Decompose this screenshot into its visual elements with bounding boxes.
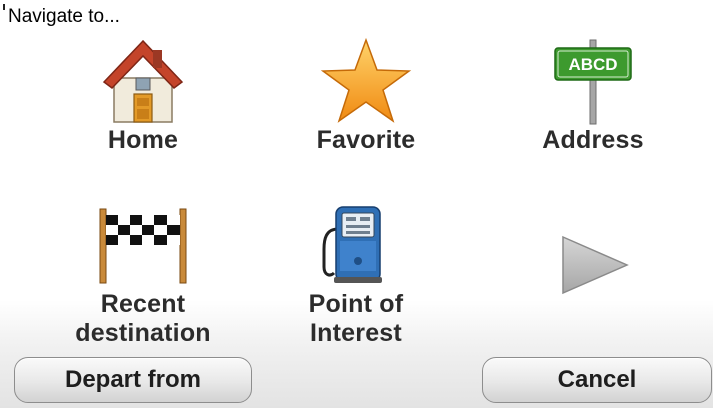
fuel-pump-icon (306, 200, 406, 290)
house-icon (93, 36, 193, 126)
next-page-button[interactable] (555, 232, 635, 302)
menu-item-address-label: Address (542, 126, 644, 154)
street-sign-icon: ABCD (543, 36, 643, 126)
menu-item-home-label: Home (107, 126, 179, 154)
menu-item-recent-destination[interactable]: Recent destination (43, 200, 243, 348)
navigate-to-screen: Navigate to... Home Favorite ABCD Addres… (0, 0, 713, 408)
menu-item-favorite-label: Favorite (316, 126, 416, 154)
menu-item-favorite[interactable]: Favorite (266, 36, 466, 155)
checkered-flag-icon (93, 200, 193, 290)
address-sign-text: ABCD (568, 55, 617, 74)
depart-from-button[interactable]: Depart from (14, 357, 252, 403)
menu-item-recent-destination-label: Recent destination (75, 290, 211, 347)
next-page-arrow-icon (562, 235, 629, 295)
cancel-button[interactable]: Cancel (482, 357, 712, 403)
corner-mark (3, 4, 5, 10)
menu-item-point-of-interest[interactable]: Point of Interest (256, 200, 456, 348)
menu-item-home[interactable]: Home (43, 36, 243, 155)
star-icon (316, 36, 416, 126)
menu-item-point-of-interest-label: Point of Interest (308, 290, 404, 347)
page-title: Navigate to... (8, 6, 120, 27)
menu-item-address[interactable]: ABCD Address (493, 36, 693, 155)
